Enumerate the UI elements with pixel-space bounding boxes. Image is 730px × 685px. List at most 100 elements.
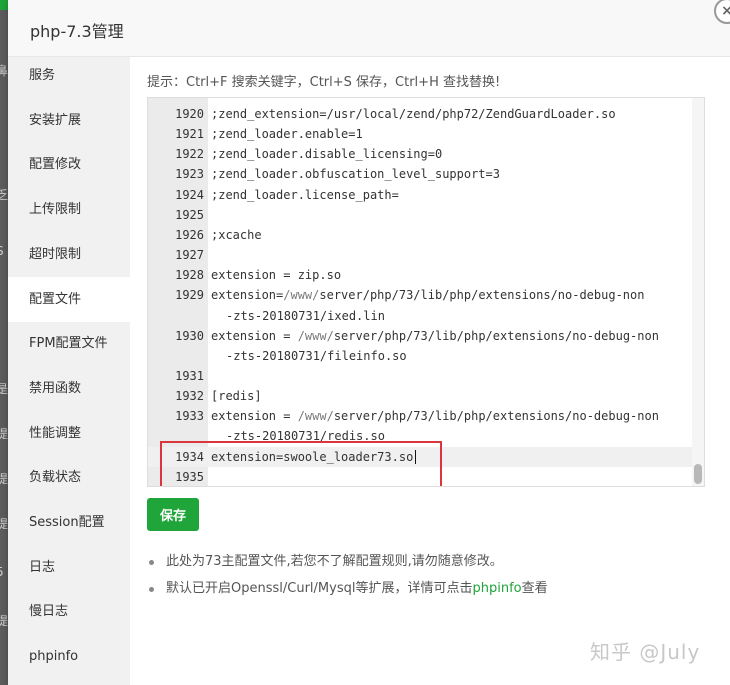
code-line: 1923 ;zend_loader.obfuscation_level_suppo…	[148, 164, 693, 184]
line-number: 1926	[175, 227, 204, 242]
sidebar-item[interactable]: FPM配置文件	[8, 321, 130, 366]
sidebar-item[interactable]: 配置文件	[8, 276, 130, 322]
code-line: 1930 extension = /www/server/php/73/lib/p…	[148, 326, 693, 346]
sidebar-item[interactable]: 上传限制	[8, 187, 130, 232]
sidebar-item[interactable]: 超时限制	[8, 232, 130, 277]
code-segment: -zts-20180731/ixed.lin	[226, 308, 385, 323]
line-number: 1920	[175, 107, 204, 121]
bullet-icon	[149, 587, 154, 592]
sidebar-item[interactable]: phpinfo	[8, 634, 130, 679]
background-text-fragments: 鼻乏S是提提提5提	[0, 0, 8, 685]
watermark: 知乎 @July	[590, 640, 701, 664]
background-text-fragment: 提	[0, 472, 8, 486]
code-text: ;zend_extension=/usr/local/zend/php72/Ze…	[211, 104, 616, 124]
config-notes-list: 此处为73主配置文件,若您不了解配置规则,请勿随意修改。 默认已开启Openssl…	[147, 551, 707, 605]
background-page: 鼻乏S是提提提5提	[0, 0, 18, 685]
code-line: 1925	[148, 205, 693, 225]
editor-scrollbar[interactable]	[692, 98, 704, 486]
line-number: 1925	[175, 207, 204, 222]
line-number: 1929	[175, 288, 204, 303]
code-text: extension = /www/server/php/73/lib/php/e…	[211, 406, 659, 426]
note-text: 此处为73主配置文件,若您不了解配置规则,请勿随意修改。	[166, 554, 503, 569]
note-text-suffix: 查看	[521, 581, 548, 596]
code-segment: [redis]	[211, 389, 262, 404]
code-line: 1920 ;zend_extension=/usr/local/zend/php7…	[148, 104, 693, 124]
sidebar-item[interactable]: 日志	[8, 545, 130, 590]
code-line: 1931	[148, 366, 693, 386]
sidebar-item[interactable]: Session配置	[8, 500, 130, 545]
code-segment: server/php/73/lib/php/extensions/no-debu…	[333, 409, 659, 424]
config-note: 默认已开启Openssl/Curl/Mysql等扩展，详情可点击phpinfo查…	[147, 578, 707, 605]
line-number: 1932	[175, 389, 204, 404]
code-segment: extension=	[211, 288, 284, 303]
config-file-panel: 提示：Ctrl+F 搜索关键字，Ctrl+S 保存，Ctrl+H 查找替换! 1…	[130, 57, 730, 685]
code-line: -zts-20180731/ixed.lin	[148, 306, 693, 326]
code-text: extension=/www/server/php/73/lib/php/ext…	[211, 285, 644, 305]
sidebar-item[interactable]: 禁用函数	[8, 366, 130, 411]
line-number: 1927	[175, 248, 204, 263]
code-line: 1921 ;zend_loader.enable=1	[148, 124, 693, 144]
background-text-fragment: 是	[0, 382, 8, 396]
code-text: ;zend_loader.enable=1	[211, 124, 363, 144]
code-segment: extension =	[211, 328, 298, 343]
code-segment: server/php/73/lib/php/extensions/no-debu…	[333, 328, 659, 343]
sidebar-item[interactable]: 性能调整	[8, 411, 130, 456]
code-segment: ;zend_loader.license_path=	[211, 187, 399, 202]
code-path-segment: /www/	[283, 288, 320, 303]
code-text: -zts-20180731/fileinfo.so	[226, 346, 407, 366]
code-editor[interactable]: 1920 ;zend_extension=/usr/local/zend/php7…	[147, 97, 705, 487]
settings-sidebar: 服务 安装扩展 配置修改 上传限制 超时限制 配置文件 FPM配置文件 禁用函数 性能调整 负载状…	[8, 57, 130, 685]
code-text: extension = /www/server/php/73/lib/php/e…	[211, 326, 659, 346]
code-text: ;zend_loader.obfuscation_level_support=3	[211, 164, 500, 184]
note-text: 默认已开启Openssl/Curl/Mysql等扩展，详情可点击	[166, 581, 473, 596]
highlight-annotation-box	[160, 441, 442, 486]
php-manager-dialog: php-7.3管理 服务 安装扩展 配置修改 上传限制 超时限制 配置文件 FPM配置文件禁…	[8, 0, 730, 685]
sidebar-item[interactable]: 安装扩展	[8, 98, 130, 143]
save-button[interactable]: 保存	[147, 498, 199, 531]
config-note: 此处为73主配置文件,若您不了解配置规则,请勿随意修改。	[147, 551, 707, 578]
code-line: 1928 extension = zip.so	[148, 265, 693, 285]
code-segment: ;zend_loader.enable=1	[211, 127, 363, 142]
code-segment: extension =	[211, 409, 298, 424]
code-line: 1929 extension=/www/server/php/73/lib/php…	[148, 285, 693, 305]
background-text-fragment: 提	[0, 517, 8, 531]
sidebar-item[interactable]: 服务	[8, 53, 130, 98]
line-number: 1930	[175, 328, 204, 343]
line-number: 1922	[175, 147, 204, 162]
code-text: [redis]	[211, 386, 262, 406]
phpinfo-link[interactable]: phpinfo	[472, 581, 521, 596]
code-segment: server/php/73/lib/php/extensions/no-debu…	[319, 288, 645, 303]
code-text: -zts-20180731/ixed.lin	[226, 306, 385, 326]
editor-shortcut-hint: 提示：Ctrl+F 搜索关键字，Ctrl+S 保存，Ctrl+H 查找替换!	[147, 75, 501, 90]
code-text: ;zend_loader.disable_licensing=0	[211, 144, 442, 164]
dialog-title-bar: php-7.3管理	[8, 0, 730, 57]
dialog-title: php-7.3管理	[30, 22, 124, 41]
sidebar-item[interactable]: 慢日志	[8, 589, 130, 634]
editor-scrollbar-thumb[interactable]	[694, 464, 702, 484]
background-text-fragment: 5	[0, 565, 4, 579]
line-number: 1921	[175, 127, 204, 142]
code-text: ;zend_loader.license_path=	[211, 185, 399, 205]
code-line: -zts-20180731/fileinfo.so	[148, 346, 693, 366]
line-number: 1933	[175, 409, 204, 424]
bullet-icon	[149, 560, 154, 565]
code-line: 1922 ;zend_loader.disable_licensing=0	[148, 144, 693, 164]
background-text-fragment: 提	[0, 614, 8, 628]
code-segment: extension = zip.so	[211, 268, 342, 283]
code-text: extension = zip.so	[211, 265, 341, 285]
code-segment: ;zend_extension=/usr/local/zend/php72/Ze…	[211, 107, 616, 121]
line-number: 1928	[175, 268, 204, 283]
line-number: 1931	[175, 368, 204, 383]
code-path-segment: /www/	[297, 409, 334, 424]
code-segment: ;xcache	[211, 227, 262, 242]
line-number: 1923	[175, 167, 204, 182]
code-line: 1926 ;xcache	[148, 225, 693, 245]
code-line: 1927	[148, 245, 693, 265]
code-line: 1933 extension = /www/server/php/73/lib/p…	[148, 406, 693, 426]
background-text-fragment: 鼻	[0, 64, 8, 78]
code-line: 1932 [redis]	[148, 386, 693, 406]
sidebar-item[interactable]: 负载状态	[8, 455, 130, 500]
background-text-fragment: 乏	[0, 188, 8, 202]
sidebar-item[interactable]: 配置修改	[8, 142, 130, 187]
code-line: 1924 ;zend_loader.license_path=	[148, 185, 693, 205]
